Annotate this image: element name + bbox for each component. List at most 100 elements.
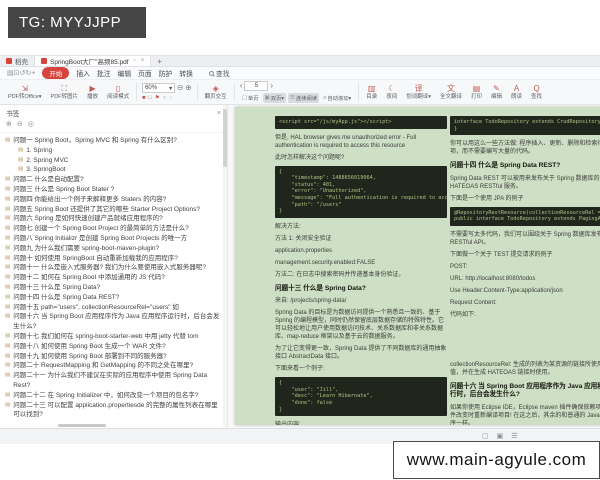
pdf-viewer[interactable]: <script src="/js/myApp.js"></script>但是, … <box>228 105 600 428</box>
view-mode-toggle[interactable]: ☰ 连续阅读 <box>288 93 319 103</box>
bookmark-item[interactable]: ▤ 问题十一 什么是嵌入式服务器? 我们为什么要使用嵌入式服务器呢? <box>5 263 223 273</box>
view-mode-toggle[interactable]: ▢ 单页 <box>240 93 261 103</box>
zoom-level-select[interactable]: 60% ▾ <box>142 83 175 93</box>
bookmark-item[interactable]: ▤ 问题六 Spring 是如何快速创建产品就绪应用程序的? <box>5 214 223 224</box>
toolbar-button[interactable]: ▯ 阅读模式 <box>105 85 131 100</box>
menu-tab[interactable]: 转换 <box>179 68 193 78</box>
view-mode-label: 双页▾ <box>271 94 284 102</box>
page-layout-icon[interactable]: ▣ <box>497 433 504 441</box>
page-interact-button[interactable]: ◈ 翻页交互 <box>203 85 229 100</box>
bookmark-item[interactable]: ▤ 问题十五 path="users", collectionResourceR… <box>5 303 223 313</box>
fit-page-icon[interactable]: □ <box>148 95 151 101</box>
bookmark-item[interactable]: ▤ 3. SpringBoot <box>18 165 223 175</box>
menu-tab[interactable]: 编辑 <box>118 68 132 78</box>
bookmark-item[interactable]: ▤ 问题十七 我们如何在 spring-boot-starter-web 中用 … <box>5 332 223 342</box>
fit-page-icon[interactable]: ○ <box>163 95 166 101</box>
view-mode-toggle[interactable]: ≡ 自动滚动▾ <box>321 93 353 103</box>
bookmark-item[interactable]: ▤ 问题十三 什么是 Spring Data? <box>5 283 223 293</box>
pdf-page: <script src="/js/myApp.js"></script>但是, … <box>235 107 600 425</box>
bookmark-icon: ▤ <box>5 332 10 342</box>
bookmark-item[interactable]: ▤ 2. Spring MVC <box>18 156 223 166</box>
bookmark-item[interactable]: ▤ 1. Spring <box>18 146 223 156</box>
bookmark-item[interactable]: ▤ 问题十二 如何在 Spring Boot 中添加通用的 JS 代码? <box>5 273 223 283</box>
bookmark-item[interactable]: ▤ 问题一 Spring Boot，Spring MVC 和 Spring 有什… <box>5 136 223 146</box>
document-block: { "user": "Jill", "desc": "Learn Hiberna… <box>275 377 447 416</box>
toolbar-button[interactable]: ▥ 目录 <box>364 85 379 100</box>
bookmark-item[interactable]: ▤ 问题四 你能给出一个例子来解释更多 Staters 的内容? <box>5 195 223 205</box>
toolbar-button[interactable]: ▤ 打印 <box>469 85 484 100</box>
toolbar-button-icon: ▥ <box>368 85 376 93</box>
menu-tab[interactable]: 批注 <box>97 68 111 78</box>
bookmark-item[interactable]: ▤ 问题二十三 可以配置 application.propertiesde 的完… <box>5 401 223 421</box>
toolbar-button[interactable]: 译 划词翻译▾ <box>404 85 433 100</box>
new-tab-button[interactable]: + <box>151 56 168 66</box>
document-block: 为了让它变得更一致，Spring Data 提供了不同数据库的通用抽象接口 Ab… <box>275 345 447 361</box>
toolbar-button[interactable]: A 朗读 <box>509 85 524 100</box>
bookmark-item[interactable]: ▤ 问题九 为什么我们需要 spring-boot-maven-plugin? <box>5 244 223 254</box>
document-block: collectionResourceRel: 生成的列表为某资源的链接所使用的 … <box>450 361 600 377</box>
toolbar-button[interactable]: 文 全文翻译 <box>438 85 464 100</box>
toolbar-button-label: 打印 <box>471 94 482 100</box>
bookmarks-tool-icon[interactable]: ⊖ <box>17 121 23 129</box>
prev-page-icon[interactable]: ‹ <box>240 82 243 90</box>
horizontal-scrollbar[interactable] <box>58 424 106 427</box>
menu-tab[interactable]: 页面 <box>138 68 152 78</box>
toolbar-button[interactable]: ⛶ PDF转图片 <box>49 85 81 100</box>
bookmarks-list: ▤ 问题一 Spring Boot，Spring MVC 和 Spring 有什… <box>0 133 227 422</box>
bookmark-item[interactable]: ▤ 问题五 Spring Boot 还提供了其它的哪些 Starter Proj… <box>5 205 223 215</box>
zoom-out-icon[interactable]: ⊖ <box>177 84 183 92</box>
fit-page-icon[interactable]: ◌ <box>169 95 172 101</box>
bookmark-item-label: 问题十四 什么是 Spring Data REST? <box>13 293 119 303</box>
toolbar-button[interactable]: ☾ 夜间 <box>384 85 399 100</box>
bookmark-item[interactable]: ▤ 问题八 Spring Initializr 是创建 Spring Boot … <box>5 234 223 244</box>
menu-tab[interactable]: 防护 <box>159 68 173 78</box>
bookmark-item-label: 问题十一 什么是嵌入式服务器? 我们为什么要使用嵌入式服务器呢? <box>13 263 206 273</box>
document-block: 下面做一个关于 TEST 提交请求的例子 <box>450 251 600 259</box>
bookmark-item[interactable]: ▤ 问题十四 什么是 Spring Data REST? <box>5 293 223 303</box>
bookmark-item[interactable]: ▤ 问题二 什么是自动配置? <box>5 175 223 185</box>
next-page-icon[interactable]: › <box>270 82 273 90</box>
bookmark-item[interactable]: ▤ 问题十六 当 Spring Boot 应用程序作为 Java 应用程序运行时… <box>5 312 223 332</box>
toolbar-button[interactable]: ✎ 编辑 <box>489 85 504 100</box>
zoom-in-icon[interactable]: ⊕ <box>185 84 191 92</box>
bookmarks-tools: ⊕ ⊖ ◎ <box>0 119 227 133</box>
bookmark-item[interactable]: ▤ 问题十九 如何使用 Spring Boot 部署到不同的服务器? <box>5 352 223 362</box>
bookmarks-panel-title: 书签 <box>6 108 20 118</box>
menu-tab[interactable]: 插入 <box>76 68 90 78</box>
document-block: interface TodoRepository extends CrudRep… <box>450 116 600 135</box>
page-number-input[interactable]: 5 <box>244 81 268 91</box>
bookmarks-tool-icon[interactable]: ⊕ <box>6 121 12 129</box>
close-panel-icon[interactable]: × <box>217 110 221 117</box>
document-block: { "timestamp": 1488656019064, "status": … <box>275 166 447 218</box>
page-layout-icon[interactable]: ☰ <box>511 433 517 441</box>
page-layout-icon[interactable]: ▢ <box>482 433 489 441</box>
toolbar-button-label: 阅读模式 <box>107 94 129 100</box>
bookmark-item[interactable]: ▤ 问题七 创建一个 Spring Boot Project 的最简单的方法是什… <box>5 224 223 234</box>
pin-tab-icon[interactable]: ▫ <box>134 58 136 64</box>
quick-access-icon[interactable]: ▤ <box>7 70 14 77</box>
close-tab-icon[interactable]: × <box>141 58 145 64</box>
menu-find[interactable]: 查找 <box>209 68 230 78</box>
toolbar-button[interactable]: ⇲ PDF转Office▾ <box>6 85 44 100</box>
bookmark-item[interactable]: ▤ 问题二十二 在 Spring Initializer 中，如何改变一个项目的… <box>5 391 223 401</box>
sidebar-scrollbar-thumb[interactable] <box>223 109 227 167</box>
tab-document[interactable]: SpringBoot大厂"高频85.pdf ▫ × <box>35 56 151 66</box>
view-mode-toggle[interactable]: ▣ 双页▾ <box>263 93 286 103</box>
bookmark-item-label: 问题二十二 在 Spring Initializer 中，如何改变一个项目的包名… <box>13 391 198 401</box>
toolbar-button[interactable]: ▶ 播放 <box>85 85 100 100</box>
bookmark-item-label: 问题十七 我们如何在 spring-boot-starter-web 中用 je… <box>13 332 198 342</box>
toolbar-button[interactable]: Q 查找 <box>529 85 544 100</box>
tab-home[interactable]: 稻壳 <box>0 56 35 66</box>
fit-page-icon[interactable]: ⚑ <box>155 95 160 101</box>
menu-tab-home[interactable]: 开始 <box>42 67 69 79</box>
fit-page-icon[interactable]: ■ <box>142 95 145 101</box>
bookmark-item[interactable]: ▤ 问题十八 如何使用 Spring Boot 生成一个 WAR 文件? <box>5 342 223 352</box>
bookmark-item[interactable]: ▤ 问题十 如何使用 SpringBoot 自动重新加载我的应用程序? <box>5 254 223 264</box>
bookmarks-tool-icon[interactable]: ◎ <box>28 121 34 129</box>
bookmark-icon: ▤ <box>5 391 10 401</box>
menu-find-label: 查找 <box>216 68 230 78</box>
bookmark-item[interactable]: ▤ 问题二十 RequestMapping 和 GetMapping 的不同之处… <box>5 361 223 371</box>
quick-access-icon[interactable]: + <box>31 70 35 77</box>
bookmark-item[interactable]: ▤ 问题二十一 为什么我们不建议在实际的应用程序中使用 Spring Data … <box>5 371 223 391</box>
bookmark-item[interactable]: ▤ 问题三 什么是 Spring Boot Stater ? <box>5 185 223 195</box>
